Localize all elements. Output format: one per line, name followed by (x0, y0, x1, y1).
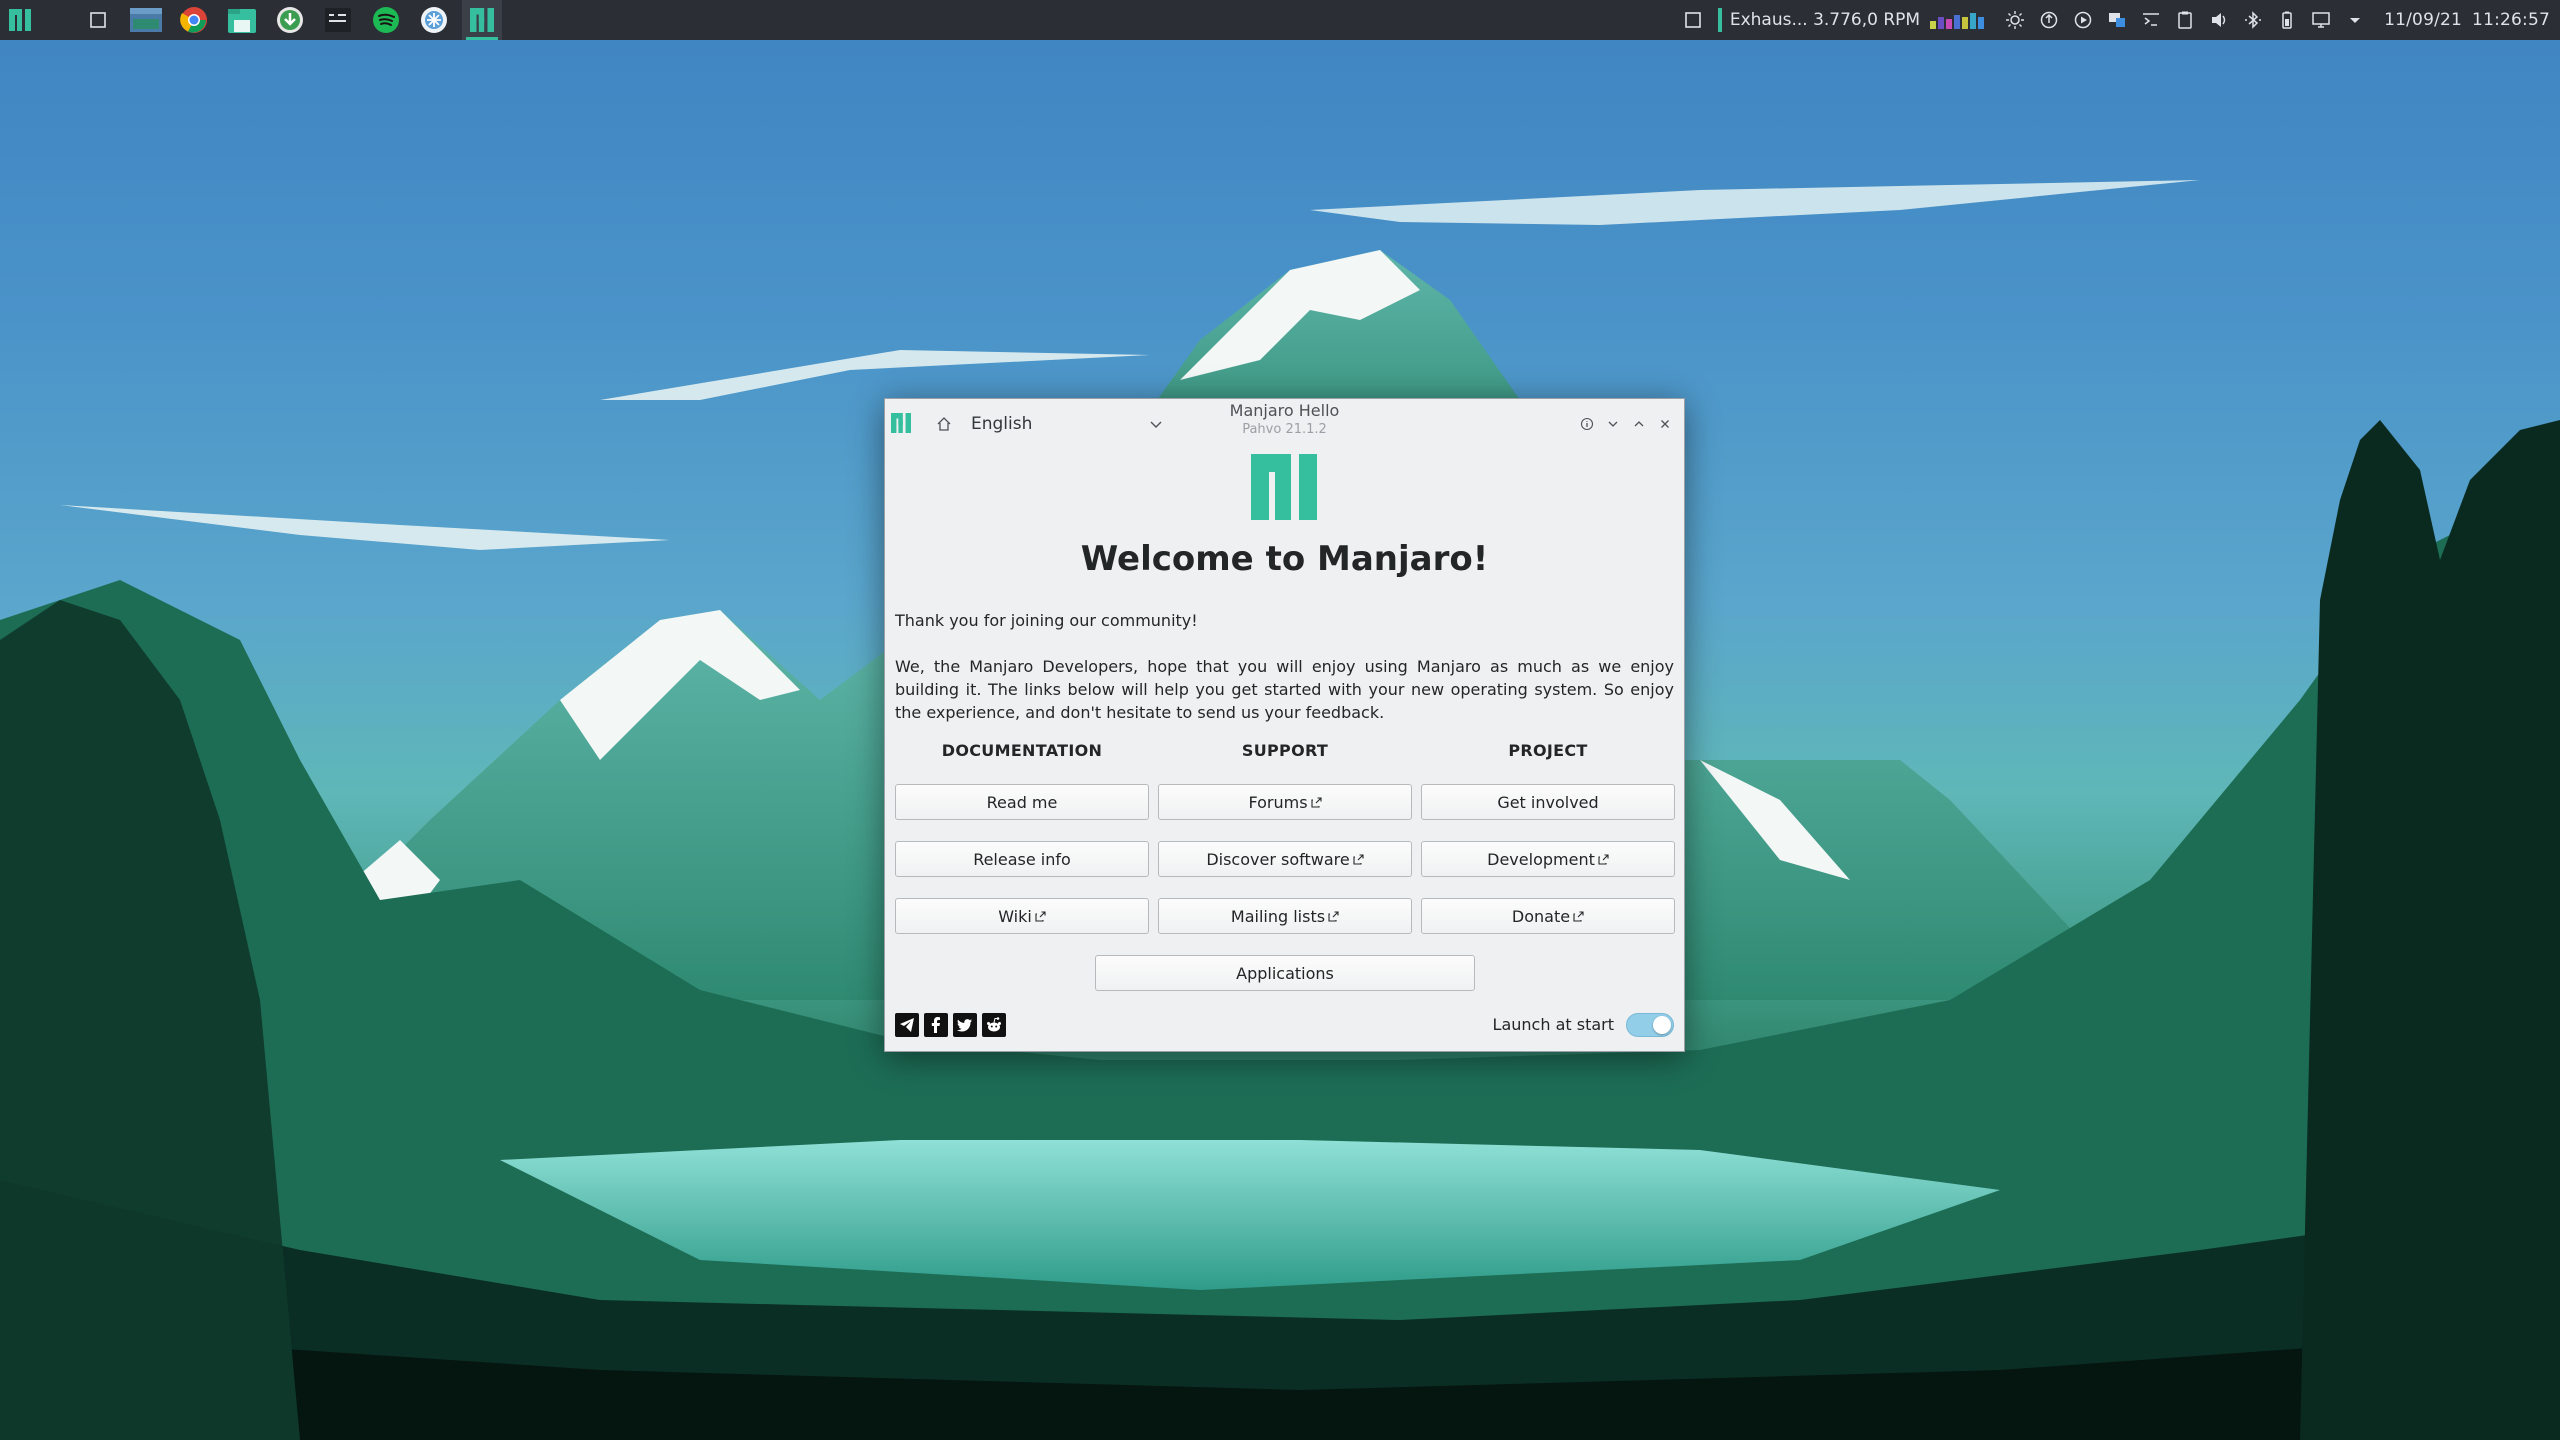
project-heading: PROJECT (1508, 741, 1588, 760)
external-link-icon (1353, 853, 1364, 865)
close-icon[interactable] (1652, 413, 1678, 435)
window-list-icon[interactable] (1678, 0, 1708, 40)
external-link-icon (1328, 910, 1339, 922)
show-desktop-icon[interactable] (78, 0, 118, 40)
fan-sensor-text[interactable]: Exhaus... 3.776,0 RPM (1730, 10, 1920, 30)
app-logo-icon (891, 413, 911, 437)
taskbar (0, 0, 510, 40)
weather-icon[interactable] (2000, 0, 2030, 40)
display-icon[interactable] (2306, 0, 2336, 40)
launch-at-start-toggle[interactable] (1626, 1013, 1674, 1037)
window-titlebar[interactable]: English Manjaro Hello Pahvo 21.1.2 (885, 399, 1684, 451)
update-icon[interactable] (2034, 0, 2064, 40)
desktop: Exhaus... 3.776,0 RPM 11/09/21 11:26:57 … (0, 0, 2560, 1440)
manjaro-hello-icon[interactable] (462, 0, 502, 40)
sensor-indicator-bar (1717, 8, 1722, 32)
twitter-icon[interactable] (953, 1013, 977, 1037)
cpu-load-bars-icon[interactable] (1930, 11, 1986, 29)
get-involved-button[interactable]: Get involved (1421, 784, 1675, 820)
launch-at-start-label: Launch at start (1492, 1015, 1614, 1034)
development-label: Development (1487, 849, 1595, 869)
volume-icon[interactable] (2204, 0, 2234, 40)
reddit-icon[interactable] (982, 1013, 1006, 1037)
mailing-lists-label: Mailing lists (1230, 906, 1326, 926)
release-info-button[interactable]: Release info (895, 841, 1149, 877)
donate-label: Donate (1511, 906, 1571, 926)
window-thumbnail-icon[interactable] (126, 0, 166, 40)
maximize-icon[interactable] (1626, 413, 1652, 435)
console-icon[interactable] (2136, 0, 2166, 40)
mailing-lists-button[interactable]: Mailing lists (1158, 898, 1412, 934)
intro-text: Thank you for joining our community! We,… (895, 609, 1674, 747)
facebook-icon[interactable] (924, 1013, 948, 1037)
intro-paragraph-2: We, the Manjaro Developers, hope that yo… (895, 657, 1674, 722)
welcome-heading: Welcome to Manjaro! (1080, 539, 1489, 579)
kde-connect-icon[interactable] (2102, 0, 2132, 40)
help-icon[interactable] (1574, 413, 1600, 435)
wiki-button[interactable]: Wiki (895, 898, 1149, 934)
documentation-heading: DOCUMENTATION (941, 741, 1103, 760)
system-tray: Exhaus... 3.776,0 RPM 11/09/21 11:26:57 (1674, 0, 2560, 40)
clock-date[interactable]: 11/09/21 (2384, 10, 2462, 30)
telegram-icon[interactable] (895, 1013, 919, 1037)
minimize-icon[interactable] (1600, 413, 1626, 435)
chrome-icon[interactable] (174, 0, 214, 40)
clock-time[interactable]: 11:26:57 (2472, 10, 2550, 30)
file-manager-icon[interactable] (222, 0, 262, 40)
clipboard-icon[interactable] (2170, 0, 2200, 40)
spotify-icon[interactable] (366, 0, 406, 40)
toggle-knob (1653, 1016, 1671, 1034)
external-link-icon (1598, 853, 1609, 865)
wiki-label: Wiki (998, 906, 1032, 926)
external-link-icon (1310, 796, 1322, 808)
social-links (895, 1013, 1011, 1037)
read-me-label: Read me (986, 792, 1058, 812)
get-involved-label: Get involved (1497, 792, 1599, 812)
forums-label: Forums (1248, 792, 1308, 812)
software-center-icon[interactable] (414, 0, 454, 40)
manjaro-hello-window: English Manjaro Hello Pahvo 21.1.2 Welco… (884, 398, 1685, 1052)
terminal-icon[interactable] (318, 0, 358, 40)
media-player-icon[interactable] (2068, 0, 2098, 40)
external-link-icon (1573, 910, 1584, 922)
development-button[interactable]: Development (1421, 841, 1675, 877)
applications-label: Applications (1236, 963, 1334, 983)
read-me-button[interactable]: Read me (895, 784, 1149, 820)
chevron-down-icon (1150, 421, 1162, 428)
top-panel: Exhaus... 3.776,0 RPM 11/09/21 11:26:57 (0, 0, 2560, 40)
tray-expand-chevron-icon[interactable] (2340, 0, 2370, 40)
discover-software-button[interactable]: Discover software (1158, 841, 1412, 877)
language-select-value: English (971, 414, 1033, 434)
language-select[interactable]: English (957, 409, 1171, 439)
battery-icon[interactable] (2272, 0, 2302, 40)
discover-software-label: Discover software (1206, 849, 1350, 869)
download-manager-icon[interactable] (270, 0, 310, 40)
intro-paragraph-1: Thank you for joining our community! (895, 611, 1198, 630)
donate-button[interactable]: Donate (1421, 898, 1675, 934)
applications-button[interactable]: Applications (1095, 955, 1475, 991)
external-link-icon (1035, 910, 1046, 922)
support-heading: SUPPORT (1241, 741, 1329, 760)
window-controls (1574, 413, 1678, 435)
manjaro-logo-icon (1251, 454, 1317, 524)
manjaro-menu-icon[interactable] (0, 0, 40, 40)
forums-button[interactable]: Forums (1158, 784, 1412, 820)
bluetooth-icon[interactable] (2238, 0, 2268, 40)
release-info-label: Release info (973, 849, 1071, 869)
home-icon[interactable] (933, 413, 955, 435)
